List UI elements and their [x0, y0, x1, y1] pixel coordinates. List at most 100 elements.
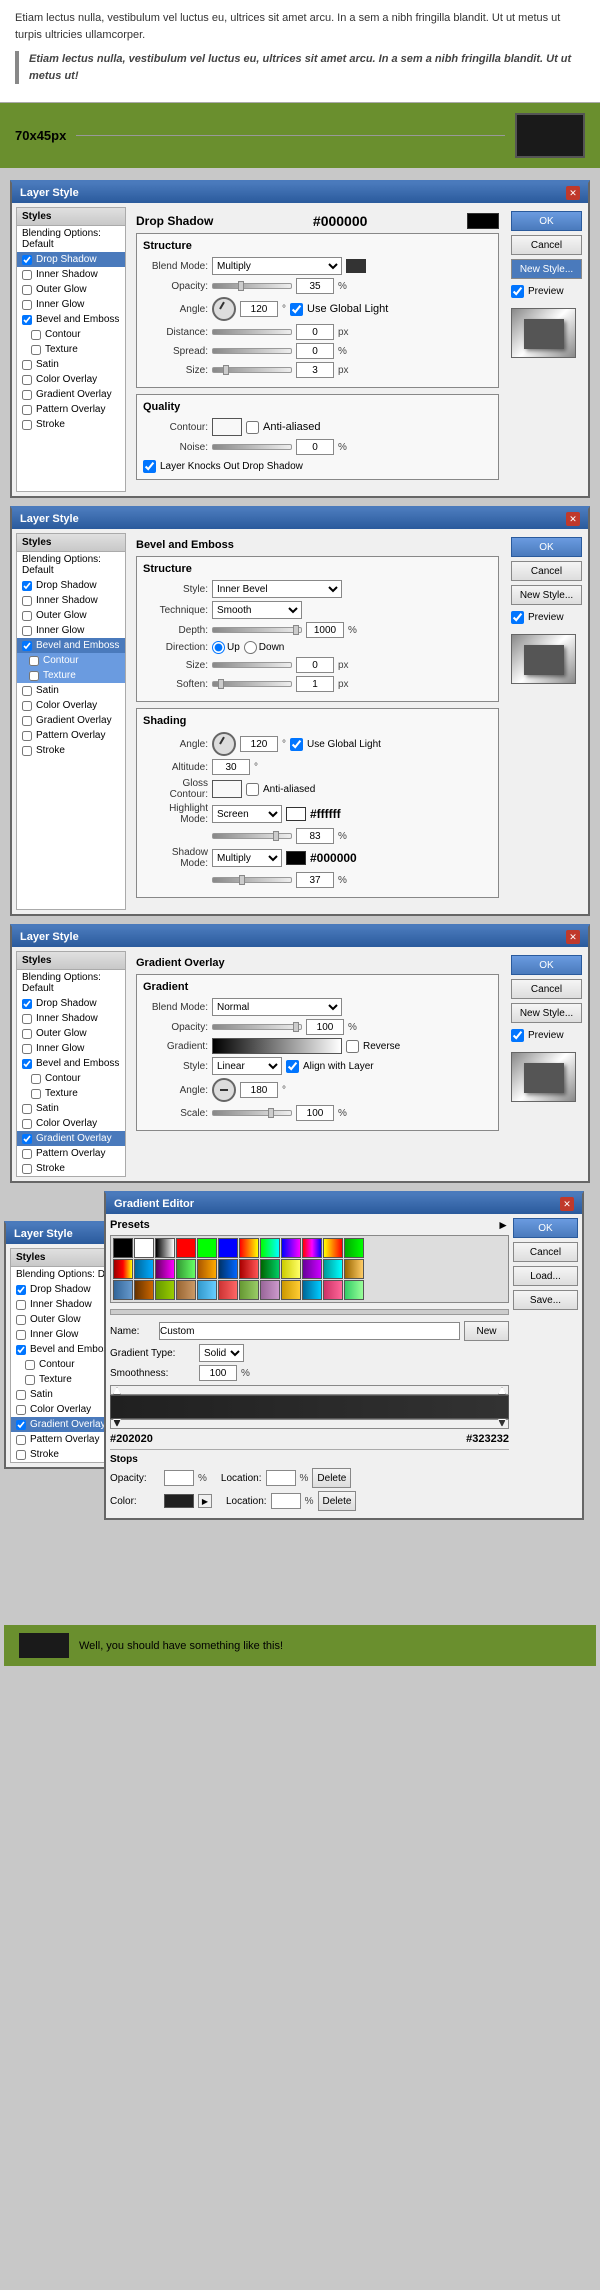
contour-checkbox-1[interactable] [31, 330, 41, 340]
size-thumb-1[interactable] [223, 365, 229, 375]
color-stop-right[interactable] [498, 1419, 506, 1427]
bevel-style-select[interactable]: Inner Bevel [212, 580, 342, 598]
highlight-color-swatch[interactable] [286, 807, 306, 821]
smoothness-input[interactable] [199, 1365, 237, 1381]
preset-swatch[interactable] [155, 1280, 175, 1300]
inner-shadow-checkbox[interactable] [22, 270, 32, 280]
shadow-opacity-input[interactable] [296, 872, 334, 888]
sidebar-item-texture-2[interactable]: Texture [17, 668, 125, 683]
delete-button-2[interactable]: Delete [318, 1491, 357, 1511]
sidebar-item-satin-2[interactable]: Satin [17, 683, 125, 698]
outer-glow-checkbox-3[interactable] [22, 1029, 32, 1039]
sidebar-item-inner-shadow-3[interactable]: Inner Shadow [17, 1011, 125, 1026]
sidebar-item-outer-glow-2[interactable]: Outer Glow [17, 608, 125, 623]
preset-swatch[interactable] [134, 1280, 154, 1300]
drop-shadow-checkbox[interactable] [22, 255, 32, 265]
bevel-checkbox-3[interactable] [22, 1059, 32, 1069]
spread-slider[interactable] [212, 348, 292, 354]
gradient-new-button[interactable]: New [464, 1321, 509, 1341]
anti-aliased-checkbox-2[interactable] [246, 783, 259, 796]
stroke-checkbox[interactable] [22, 420, 32, 430]
depth-input[interactable] [306, 622, 344, 638]
distance-input[interactable] [296, 324, 334, 340]
close-button-3[interactable]: ✕ [566, 930, 580, 944]
scale-thumb[interactable] [268, 1108, 274, 1118]
presets-arrow[interactable]: ► [497, 1218, 509, 1232]
gloss-contour-thumbnail[interactable] [212, 780, 242, 798]
stop-color-swatch[interactable] [164, 1494, 194, 1508]
ok-button-3[interactable]: OK [511, 955, 582, 975]
inner-shadow-checkbox-3[interactable] [22, 1014, 32, 1024]
preset-swatch[interactable] [344, 1280, 364, 1300]
spread-input[interactable] [296, 343, 334, 359]
sidebar-item-pattern-overlay-3[interactable]: Pattern Overlay [17, 1146, 125, 1161]
color-overlay-checkbox[interactable] [22, 375, 32, 385]
angle-dial-3[interactable] [212, 1078, 236, 1102]
sidebar-item-stroke[interactable]: Stroke [17, 417, 125, 432]
inner-glow-checkbox-2[interactable] [22, 626, 32, 636]
preset-swatch[interactable] [155, 1238, 175, 1258]
new-style-button-3[interactable]: New Style... [511, 1003, 582, 1023]
stop-location-input2[interactable] [271, 1493, 301, 1509]
gradient-editor-close[interactable]: ✕ [560, 1197, 574, 1211]
gradient-type-select[interactable]: Solid [199, 1344, 244, 1362]
sidebar-item-stroke-3[interactable]: Stroke [17, 1161, 125, 1176]
sidebar-item-pattern-overlay[interactable]: Pattern Overlay [17, 402, 125, 417]
close-button-1[interactable]: ✕ [566, 186, 580, 200]
contour-checkbox-3[interactable] [31, 1074, 41, 1084]
sidebar-item-inner-shadow-2[interactable]: Inner Shadow [17, 593, 125, 608]
direction-down-radio[interactable] [244, 641, 257, 654]
gradient-overlay-checkbox-3[interactable] [22, 1134, 32, 1144]
color-overlay-checkbox-2[interactable] [22, 701, 32, 711]
inner-glow-checkbox[interactable] [22, 300, 32, 310]
preset-swatch[interactable] [197, 1280, 217, 1300]
texture-checkbox-2[interactable] [29, 671, 39, 681]
preview-checkbox-1[interactable] [511, 285, 524, 298]
preset-swatch[interactable] [197, 1259, 217, 1279]
shading-angle-input[interactable] [240, 736, 278, 752]
opacity-stop-left[interactable] [113, 1387, 121, 1395]
opacity-thumb[interactable] [238, 281, 244, 291]
direction-up-radio[interactable] [212, 641, 225, 654]
preset-swatch[interactable] [197, 1238, 217, 1258]
stop-location-input1[interactable] [266, 1470, 296, 1486]
bevel-checkbox-2[interactable] [22, 641, 32, 651]
preset-swatch[interactable] [302, 1259, 322, 1279]
preset-swatch[interactable] [113, 1259, 133, 1279]
sidebar-item-bevel-2[interactable]: Bevel and Emboss [17, 638, 125, 653]
preset-swatch[interactable] [239, 1259, 259, 1279]
scale-slider[interactable] [212, 1110, 292, 1116]
contour-thumbnail[interactable] [212, 418, 242, 436]
preset-swatch[interactable] [218, 1238, 238, 1258]
depth-slider[interactable] [212, 627, 302, 633]
opacity-stop-right[interactable] [498, 1387, 506, 1395]
noise-slider[interactable] [212, 444, 292, 450]
preset-swatch[interactable] [281, 1280, 301, 1300]
sidebar-item-outer-glow-3[interactable]: Outer Glow [17, 1026, 125, 1041]
reverse-checkbox[interactable] [346, 1040, 359, 1053]
delete-button-1[interactable]: Delete [312, 1468, 351, 1488]
sidebar-item-satin[interactable]: Satin [17, 357, 125, 372]
cancel-button-2[interactable]: Cancel [511, 561, 582, 581]
altitude-input[interactable] [212, 759, 250, 775]
preset-swatch[interactable] [281, 1259, 301, 1279]
contour-checkbox-2[interactable] [29, 656, 39, 666]
gradient-load-button[interactable]: Load... [513, 1266, 578, 1286]
angle-dial-1[interactable] [212, 297, 236, 321]
preset-swatch[interactable] [281, 1238, 301, 1258]
align-layer-checkbox[interactable] [286, 1060, 299, 1073]
preset-swatch[interactable] [113, 1238, 133, 1258]
new-style-button-2[interactable]: New Style... [511, 585, 582, 605]
new-style-button-1[interactable]: New Style... [511, 259, 582, 279]
preset-swatch[interactable] [323, 1259, 343, 1279]
preset-swatch[interactable] [323, 1238, 343, 1258]
gradient-opacity-input[interactable] [306, 1019, 344, 1035]
sidebar-item-blending[interactable]: Blending Options: Default [17, 226, 125, 252]
shadow-mode-select[interactable]: Multiply [212, 849, 282, 867]
preset-swatch[interactable] [113, 1280, 133, 1300]
sidebar-item-outer-glow[interactable]: Outer Glow [17, 282, 125, 297]
preset-swatch[interactable] [302, 1280, 322, 1300]
sidebar-item-texture[interactable]: Texture [17, 342, 125, 357]
bevel-technique-select[interactable]: Smooth [212, 601, 302, 619]
preset-swatch[interactable] [260, 1280, 280, 1300]
